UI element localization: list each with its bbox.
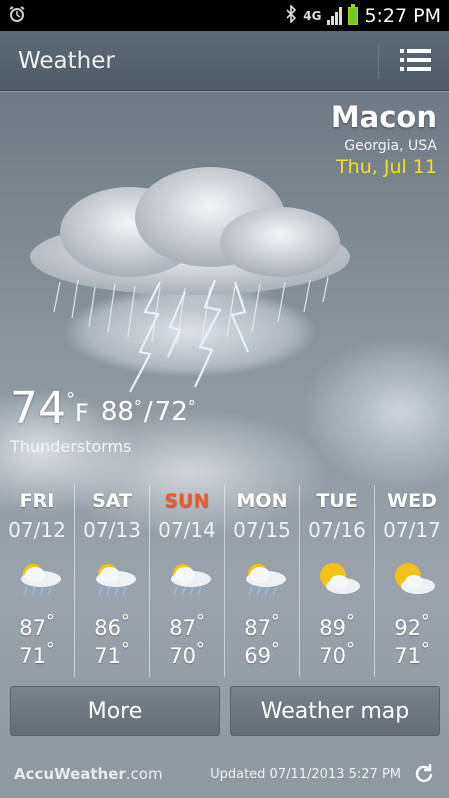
battery-icon (348, 3, 359, 25)
forecast-high: 87 (19, 616, 46, 640)
current-conditions: 74 ° F 88 ° / 72 ° Thunderstorms (10, 383, 196, 457)
updated-timestamp: Updated 07/11/2013 5:27 PM (210, 766, 401, 782)
bluetooth-icon (285, 3, 297, 27)
degree-symbol: ° (66, 389, 75, 410)
forecast-day[interactable]: WED 07/17 92° 71° (375, 485, 449, 677)
partly-cloudy-icon (375, 554, 449, 604)
current-date: Thu, Jul 11 (336, 156, 437, 178)
partly-cloudy-icon (300, 554, 374, 604)
forecast-day-date: 07/14 (158, 518, 216, 542)
accuweather-logo[interactable]: AccuWeather.com (14, 765, 163, 783)
status-time: 5:27 PM (364, 4, 441, 27)
high-low: 88 ° / 72 ° (100, 397, 196, 427)
app-bar-divider (378, 43, 379, 79)
forecast-day-name: TUE (316, 490, 358, 512)
forecast-day-date: 07/13 (83, 518, 141, 542)
forecast-low: 71 (94, 644, 121, 668)
region-name: Georgia, USA (344, 138, 437, 154)
forecast-high: 87 (244, 616, 271, 640)
forecast-day-date: 07/15 (233, 518, 291, 542)
signal-icon (327, 6, 343, 25)
forecast-day-name: SAT (92, 490, 132, 512)
forecast-day-name: SUN (164, 490, 210, 512)
current-temperature: 74 (10, 383, 66, 434)
status-bar: 4G 5:27 PM (0, 0, 449, 31)
forecast-high: 89 (319, 616, 346, 640)
more-button[interactable]: More (10, 686, 220, 736)
forecast-day[interactable]: SAT 07/13 86° 71° (75, 485, 150, 677)
refresh-icon[interactable] (413, 763, 435, 785)
forecast-high: 86 (94, 616, 121, 640)
condition-text: Thunderstorms (10, 437, 132, 456)
forecast-high: 87 (169, 616, 196, 640)
forecast-day[interactable]: FRI 07/12 87° 71° (0, 485, 75, 677)
forecast-low: 71 (19, 644, 46, 668)
forecast-day-name: WED (387, 490, 437, 512)
forecast-day[interactable]: SUN 07/14 87° 70° (150, 485, 225, 677)
footer: AccuWeather.com Updated 07/11/2013 5:27 … (0, 750, 449, 798)
weather-map-button[interactable]: Weather map (230, 686, 440, 736)
alarm-icon (8, 5, 26, 27)
city-name: Macon (330, 100, 437, 134)
list-menu-icon (400, 49, 431, 53)
app-title: Weather (18, 47, 115, 74)
forecast-high: 92 (394, 616, 421, 640)
forecast-low: 69 (244, 644, 271, 668)
action-buttons: More Weather map (10, 686, 440, 736)
list-menu-button[interactable] (400, 49, 431, 73)
forecast-day[interactable]: MON 07/15 87° 69° (225, 485, 300, 677)
temperature-unit: F (75, 399, 89, 427)
location-block: Macon Georgia, USA Thu, Jul 11 (331, 100, 437, 178)
today-low: 72 (154, 397, 188, 427)
forecast-row: FRI 07/12 87° 71° SAT 07/13 86° 71° SUN … (0, 485, 449, 677)
forecast-day-date: 07/16 (308, 518, 366, 542)
forecast-low: 71 (394, 644, 421, 668)
today-high: 88 (100, 397, 134, 427)
forecast-day-date: 07/17 (383, 518, 441, 542)
forecast-day-date: 07/12 (8, 518, 66, 542)
forecast-day-name: MON (236, 490, 288, 512)
thunderstorm-sun-icon (150, 554, 224, 604)
app-bar: Weather (0, 31, 449, 91)
thunderstorm-sun-icon (0, 554, 74, 604)
forecast-day-name: FRI (19, 490, 55, 512)
thunderstorm-sun-icon (75, 554, 149, 604)
forecast-day[interactable]: TUE 07/16 89° 70° (300, 485, 375, 677)
network-type: 4G (303, 8, 322, 23)
thunderstorm-sun-icon (225, 554, 299, 604)
forecast-low: 70 (169, 644, 196, 668)
forecast-low: 70 (319, 644, 346, 668)
